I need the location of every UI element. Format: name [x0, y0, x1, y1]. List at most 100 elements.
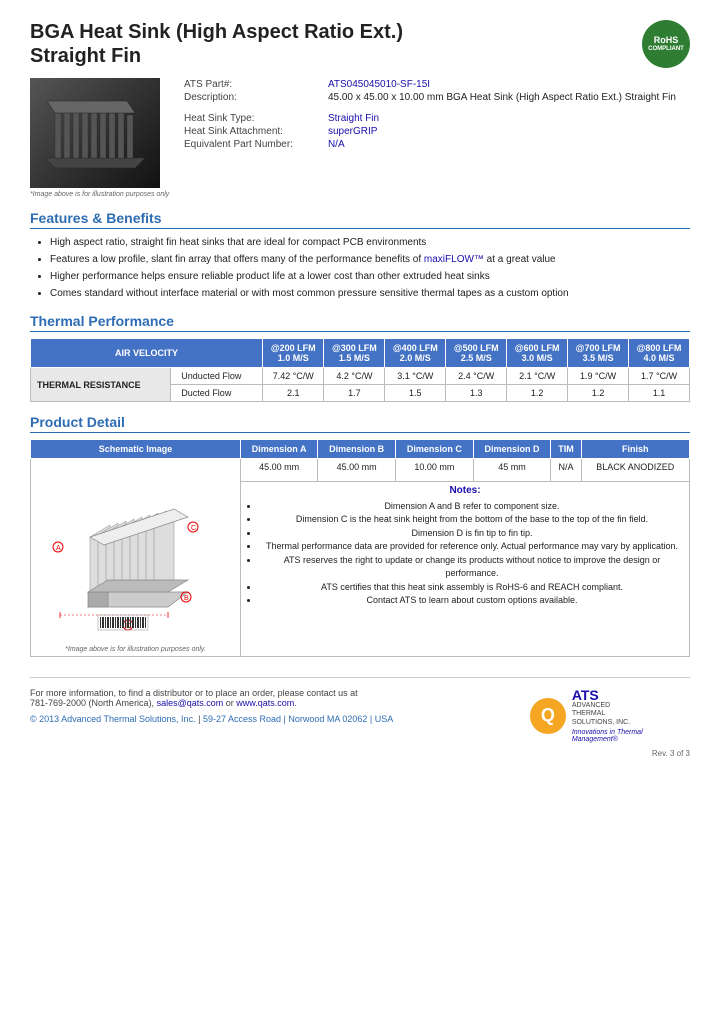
- ducted-700: 1.2: [568, 385, 629, 402]
- footer-email-link[interactable]: sales@qats.com: [157, 698, 224, 708]
- ats-text-block: ATS ADVANCED THERMAL SOLUTIONS, INC. Inn…: [572, 688, 690, 743]
- ats-tagline: Innovations in Thermal Management®: [572, 729, 690, 743]
- ducted-400: 1.5: [385, 385, 446, 402]
- footer-section: For more information, to find a distribu…: [30, 677, 690, 743]
- equiv-part-label: Equivalent Part Number:: [180, 138, 324, 151]
- note-4: Thermal performance data are provided fo…: [259, 540, 685, 554]
- footer-website-link[interactable]: www.qats.com: [236, 698, 294, 708]
- schematic-svg: A B C D: [38, 467, 223, 637]
- ats-q-icon: Q: [530, 698, 566, 734]
- notes-title: Notes:: [245, 485, 685, 496]
- footer-copyright: © 2013 Advanced Thermal Solutions, Inc. …: [30, 714, 510, 724]
- dim-b-header: Dimension B: [318, 440, 396, 459]
- ducted-label: Ducted Flow: [171, 385, 263, 402]
- tim-value: N/A: [551, 459, 581, 482]
- tim-header: TIM: [551, 440, 581, 459]
- ducted-600: 1.2: [507, 385, 568, 402]
- product-info-section: *Image above is for illustration purpose…: [30, 78, 690, 198]
- product-image-area: *Image above is for illustration purpose…: [30, 78, 180, 198]
- attachment-label: Heat Sink Attachment:: [180, 125, 324, 138]
- heat-sink-type-label: Heat Sink Type:: [180, 112, 324, 125]
- note-5: ATS reserves the right to update or chan…: [259, 554, 685, 581]
- ducted-500: 1.3: [446, 385, 507, 402]
- notes-cell: Notes: Dimension A and B refer to compon…: [241, 481, 690, 656]
- page-title: BGA Heat Sink (High Aspect Ratio Ext.) S…: [30, 20, 690, 68]
- notes-list: Dimension A and B refer to component siz…: [245, 500, 685, 608]
- note-6: ATS certifies that this heat sink assemb…: [259, 581, 685, 595]
- feature-item-2: Features a low profile, slant fin array …: [50, 252, 690, 267]
- svg-text:A: A: [56, 545, 61, 552]
- col-700-header: @700 LFM 3.5 M/S: [568, 339, 629, 368]
- thermal-performance-table: AIR VELOCITY @200 LFM 1.0 M/S @300 LFM 1…: [30, 338, 690, 402]
- unducted-300: 4.2 °C/W: [324, 368, 385, 385]
- note-2: Dimension C is the heat sink height from…: [259, 513, 685, 527]
- attachment-value: superGRIP: [324, 125, 690, 138]
- dim-c-header: Dimension C: [396, 440, 474, 459]
- product-details-table: ATS Part#: ATS045045010-SF-15I Descripti…: [180, 78, 690, 198]
- product-image: [30, 78, 160, 188]
- finish-header: Finish: [581, 440, 689, 459]
- note-1: Dimension A and B refer to component siz…: [259, 500, 685, 514]
- feature-item-4: Comes standard without interface materia…: [50, 286, 690, 301]
- equiv-part-value: N/A: [324, 138, 690, 151]
- description-label: Description:: [180, 91, 324, 104]
- svg-text:B: B: [184, 595, 189, 602]
- footer-contact-text: For more information, to find a distribu…: [30, 688, 510, 708]
- rohs-text: RoHS: [654, 36, 679, 46]
- features-list: High aspect ratio, straight fin heat sin…: [30, 235, 690, 301]
- note-3: Dimension D is fin tip to fin tip.: [259, 527, 685, 541]
- heat-sink-type-value: Straight Fin: [324, 112, 690, 125]
- note-7: Contact ATS to learn about custom option…: [259, 594, 685, 608]
- col-400-header: @400 LFM 2.0 M/S: [385, 339, 446, 368]
- unducted-400: 3.1 °C/W: [385, 368, 446, 385]
- ats-logo: Q ATS ADVANCED THERMAL SOLUTIONS, INC. I…: [530, 688, 690, 743]
- col-200-header: @200 LFM 1.0 M/S: [263, 339, 324, 368]
- page: RoHS COMPLIANT BGA Heat Sink (High Aspec…: [0, 0, 720, 1012]
- air-velocity-header: AIR VELOCITY: [31, 339, 263, 368]
- finish-value: BLACK ANODIZED: [581, 459, 689, 482]
- description-value: 45.00 x 45.00 x 10.00 mm BGA Heat Sink (…: [324, 91, 690, 104]
- col-300-header: @300 LFM 1.5 M/S: [324, 339, 385, 368]
- dim-c-value: 10.00 mm: [396, 459, 474, 482]
- schematic-cell: A B C D: [31, 459, 241, 657]
- col-600-header: @600 LFM 3.0 M/S: [507, 339, 568, 368]
- ducted-300: 1.7: [324, 385, 385, 402]
- schematic-image: A B C D: [35, 462, 225, 642]
- dim-d-header: Dimension D: [473, 440, 551, 459]
- unducted-500: 2.4 °C/W: [446, 368, 507, 385]
- features-section-title: Features & Benefits: [30, 210, 690, 229]
- dim-a-value: 45.00 mm: [241, 459, 318, 482]
- part-number-label: ATS Part#:: [180, 78, 324, 91]
- rohs-compliant-text: COMPLIANT: [648, 46, 684, 53]
- footer-left: For more information, to find a distribu…: [30, 688, 530, 724]
- schematic-header: Schematic Image: [31, 440, 241, 459]
- title-line2: Straight Fin: [30, 44, 690, 68]
- image-caption: *Image above is for illustration purpose…: [30, 191, 180, 198]
- unducted-600: 2.1 °C/W: [507, 368, 568, 385]
- schematic-caption: *Image above is for illustration purpose…: [35, 646, 236, 653]
- part-number-value: ATS045045010-SF-15I: [324, 78, 690, 91]
- ducted-200: 2.1: [263, 385, 324, 402]
- maxiflow-link: maxiFLOW™: [424, 254, 484, 265]
- dim-b-value: 45.00 mm: [318, 459, 396, 482]
- heatsink-svg: [35, 83, 155, 183]
- ats-title: ATS: [572, 688, 690, 702]
- thermal-resistance-label: THERMAL RESISTANCE: [31, 368, 171, 402]
- ducted-800: 1.1: [629, 385, 690, 402]
- product-detail-table: Schematic Image Dimension A Dimension B …: [30, 439, 690, 657]
- footer-right: Q ATS ADVANCED THERMAL SOLUTIONS, INC. I…: [530, 688, 690, 743]
- dim-d-value: 45 mm: [473, 459, 551, 482]
- col-800-header: @800 LFM 4.0 M/S: [629, 339, 690, 368]
- ats-subtitle: ADVANCED THERMAL SOLUTIONS, INC.: [572, 702, 690, 727]
- page-number: Rev. 3 of 3: [30, 749, 690, 758]
- thermal-section-title: Thermal Performance: [30, 313, 690, 332]
- feature-item-3: Higher performance helps ensure reliable…: [50, 269, 690, 284]
- unducted-800: 1.7 °C/W: [629, 368, 690, 385]
- unducted-200: 7.42 °C/W: [263, 368, 324, 385]
- feature-item-1: High aspect ratio, straight fin heat sin…: [50, 235, 690, 250]
- rohs-badge: RoHS COMPLIANT: [642, 20, 690, 68]
- svg-text:C: C: [191, 525, 196, 532]
- title-line1: BGA Heat Sink (High Aspect Ratio Ext.): [30, 20, 690, 44]
- col-500-header: @500 LFM 2.5 M/S: [446, 339, 507, 368]
- unducted-label: Unducted Flow: [171, 368, 263, 385]
